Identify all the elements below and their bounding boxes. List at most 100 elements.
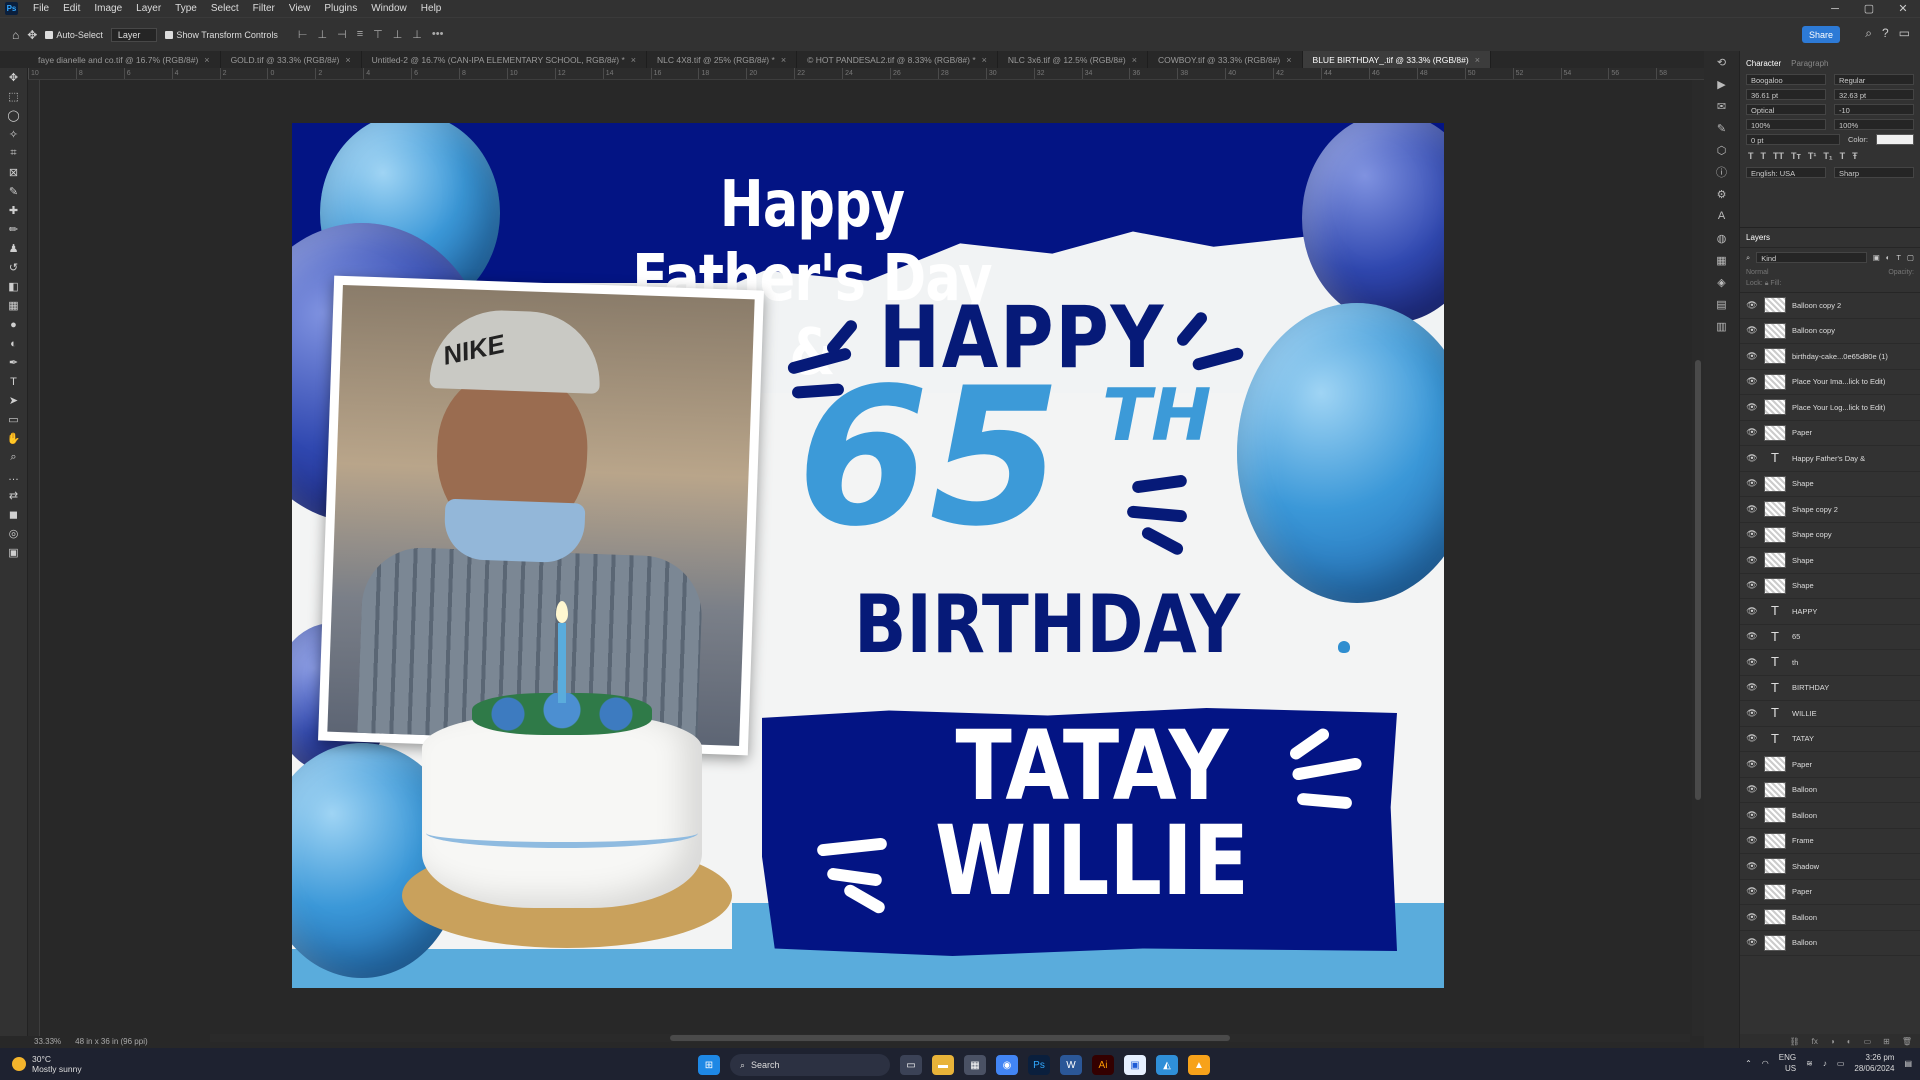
- network-icon[interactable]: ◠: [1762, 1059, 1769, 1068]
- color-wheel-icon[interactable]: ◍: [1704, 227, 1739, 249]
- fx-icon[interactable]: fx: [1812, 1037, 1818, 1046]
- language-indicator[interactable]: ENG US: [1779, 1052, 1796, 1074]
- layers-panel-title[interactable]: Layers: [1740, 228, 1920, 248]
- clock[interactable]: 3:26 pm 28/06/2024: [1854, 1052, 1894, 1074]
- tab-character[interactable]: Character: [1746, 59, 1781, 68]
- auto-select-checkbox[interactable]: Auto-Select: [45, 30, 103, 40]
- superscript-icon[interactable]: T¹: [1808, 151, 1817, 161]
- play-icon[interactable]: ▶: [1704, 73, 1739, 95]
- visibility-eye-icon[interactable]: 👁︎: [1746, 912, 1758, 923]
- zoom-level[interactable]: 33.33%: [34, 1037, 61, 1046]
- mask-icon[interactable]: ◑: [1830, 1037, 1835, 1046]
- frame-tool-icon[interactable]: ⊠: [0, 163, 27, 182]
- adjustment-layer-icon[interactable]: ◐: [1847, 1037, 1852, 1046]
- cube-icon[interactable]: ⬡: [1704, 139, 1739, 161]
- visibility-eye-icon[interactable]: 👁︎: [1746, 529, 1758, 540]
- rectangle-tool-icon[interactable]: ▭: [0, 410, 27, 429]
- more-tools-icon[interactable]: …: [0, 467, 27, 486]
- chevron-up-icon[interactable]: ⌃: [1745, 1059, 1752, 1068]
- weather-widget[interactable]: 30°C Mostly sunny: [0, 1054, 300, 1074]
- layer-row[interactable]: 👁︎ T 65: [1740, 625, 1920, 650]
- close-tab-icon[interactable]: ×: [204, 55, 209, 65]
- new-layer-icon[interactable]: ⊞: [1883, 1037, 1890, 1046]
- align-left-icon[interactable]: ⊢: [298, 28, 308, 41]
- folder-icon[interactable]: ▭: [1864, 1037, 1872, 1046]
- windows-start-icon[interactable]: ⊞: [698, 1055, 720, 1075]
- doc-tab[interactable]: COWBOY.tif @ 33.3% (RGB/8#) ×: [1148, 51, 1303, 68]
- share-button[interactable]: Share: [1802, 26, 1840, 43]
- battery-icon[interactable]: ▭: [1837, 1059, 1845, 1068]
- layer-row[interactable]: 👁︎ Frame: [1740, 829, 1920, 854]
- underline-icon[interactable]: T: [1840, 151, 1846, 161]
- doc-tab[interactable]: GOLD.tif @ 33.3% (RGB/8#) ×: [221, 51, 362, 68]
- search-icon[interactable]: ⌕: [1865, 26, 1872, 41]
- close-tab-icon[interactable]: ×: [345, 55, 350, 65]
- menu-layer[interactable]: Layer: [129, 3, 168, 14]
- visibility-eye-icon[interactable]: 👁︎: [1746, 733, 1758, 744]
- doc-tab[interactable]: NLC 3x6.tif @ 12.5% (RGB/8#) ×: [998, 51, 1148, 68]
- visibility-eye-icon[interactable]: 👁︎: [1746, 708, 1758, 719]
- history-brush-icon[interactable]: ↺: [0, 258, 27, 277]
- glyph-icon[interactable]: A: [1704, 205, 1739, 227]
- align-right-icon[interactable]: ⊣: [337, 28, 347, 41]
- menu-window[interactable]: Window: [364, 3, 414, 14]
- history-icon[interactable]: ⟲: [1704, 51, 1739, 73]
- color-swatches-icon[interactable]: ◼: [0, 505, 27, 524]
- filter-pixel-icon[interactable]: ▣: [1873, 253, 1880, 262]
- visibility-eye-icon[interactable]: 👁︎: [1746, 402, 1758, 413]
- wifi-icon[interactable]: ≋: [1806, 1059, 1813, 1068]
- visibility-eye-icon[interactable]: 👁︎: [1746, 376, 1758, 387]
- kerning-field[interactable]: Optical: [1746, 104, 1826, 115]
- move-tool-icon[interactable]: ✥: [27, 28, 37, 42]
- quick-mask-icon[interactable]: ◎: [0, 524, 27, 543]
- comment-icon[interactable]: ✉: [1704, 95, 1739, 117]
- align-middle-icon[interactable]: ⊥: [393, 28, 403, 41]
- close-tab-icon[interactable]: ×: [1475, 55, 1480, 65]
- visibility-eye-icon[interactable]: 👁︎: [1746, 325, 1758, 336]
- visibility-eye-icon[interactable]: 👁︎: [1746, 555, 1758, 566]
- eraser-icon[interactable]: ◧: [0, 277, 27, 296]
- screen-mode-icon[interactable]: ▣: [0, 543, 27, 562]
- layer-row[interactable]: 👁︎ T BIRTHDAY: [1740, 676, 1920, 701]
- eyedropper-icon[interactable]: ✎: [0, 182, 27, 201]
- align-bottom-icon[interactable]: ⊥: [412, 28, 422, 41]
- close-tab-icon[interactable]: ×: [982, 55, 987, 65]
- font-size-field[interactable]: 36.61 pt: [1746, 89, 1826, 100]
- swap-colors-icon[interactable]: ⇄: [0, 486, 27, 505]
- brush-tool-icon[interactable]: ✏: [0, 220, 27, 239]
- layer-row[interactable]: 👁︎ Place Your Log...lick to Edit): [1740, 395, 1920, 421]
- visibility-eye-icon[interactable]: 👁︎: [1746, 631, 1758, 642]
- font-style-select[interactable]: Regular: [1834, 74, 1914, 85]
- illustrator-icon[interactable]: Ai: [1092, 1055, 1114, 1075]
- maximize-icon[interactable]: ▢: [1852, 0, 1886, 17]
- horizontal-scrollbar[interactable]: [210, 1034, 1690, 1042]
- marquee-tool-icon[interactable]: ⬚: [0, 87, 27, 106]
- visibility-eye-icon[interactable]: 👁︎: [1746, 784, 1758, 795]
- chrome-icon[interactable]: ◉: [996, 1055, 1018, 1075]
- align-center-icon[interactable]: ⊥: [318, 28, 328, 41]
- filter-shape-icon[interactable]: ▢: [1907, 253, 1914, 262]
- layer-row[interactable]: 👁︎ Place Your Ima...lick to Edit): [1740, 370, 1920, 395]
- baseline-field[interactable]: 0 pt: [1746, 134, 1840, 145]
- strikethrough-icon[interactable]: Ŧ: [1852, 151, 1858, 161]
- menu-type[interactable]: Type: [168, 3, 204, 14]
- scrollbar-thumb[interactable]: [1695, 360, 1701, 800]
- all-caps-icon[interactable]: TT: [1773, 151, 1784, 161]
- visibility-eye-icon[interactable]: 👁︎: [1746, 453, 1758, 464]
- filter-adjust-icon[interactable]: ◐: [1886, 253, 1891, 262]
- taskbar-search[interactable]: ⌕ Search: [730, 1054, 890, 1076]
- layer-row[interactable]: 👁︎ Shadow: [1740, 854, 1920, 880]
- dodge-tool-icon[interactable]: ◐: [0, 334, 27, 353]
- layer-row[interactable]: 👁︎ Shape: [1740, 574, 1920, 599]
- layer-row[interactable]: 👁︎ Balloon copy: [1740, 319, 1920, 344]
- close-tab-icon[interactable]: ×: [1132, 55, 1137, 65]
- visibility-eye-icon[interactable]: 👁︎: [1746, 427, 1758, 438]
- layer-row[interactable]: 👁︎ Shape copy: [1740, 523, 1920, 548]
- layer-row[interactable]: 👁︎ Balloon: [1740, 931, 1920, 956]
- workspace-icon[interactable]: ▭: [1899, 26, 1910, 41]
- blur-tool-icon[interactable]: ●: [0, 315, 27, 334]
- layer-row[interactable]: 👁︎ Shape: [1740, 548, 1920, 574]
- tracking-field[interactable]: -10: [1834, 104, 1914, 115]
- close-icon[interactable]: ✕: [1886, 0, 1920, 17]
- more-options-icon[interactable]: •••: [432, 28, 444, 41]
